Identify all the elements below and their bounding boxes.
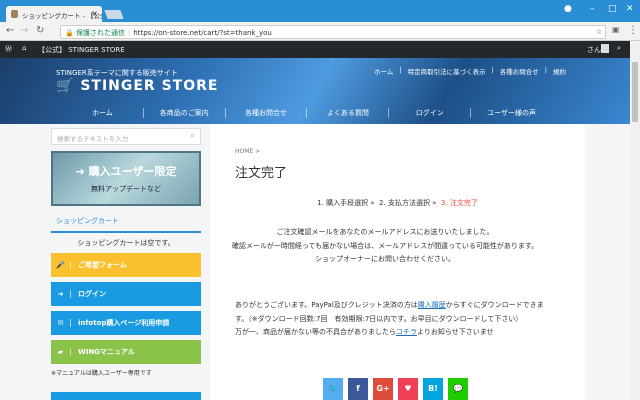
back-icon[interactable]: ← xyxy=(6,25,14,36)
line-icon[interactable]: 💬 xyxy=(448,378,468,400)
google-plus-icon[interactable]: G+ xyxy=(373,378,393,400)
step-2: 2. 支払方法選択 » xyxy=(379,199,437,207)
checkout-steps: 1. 購入手段選択 » 2. 支払方法選択 » 3. 注文完了 xyxy=(210,198,585,208)
browser-tab[interactable]: ショッピングカート - 【公式】STINGER STORE× xyxy=(6,6,102,22)
nav-products[interactable]: 各商品のご案内 xyxy=(142,108,225,118)
top-link-home[interactable]: ホーム xyxy=(374,66,393,76)
browser-tabbar: ショッピングカート - 【公式】STINGER STORE× ● – □ ✕ xyxy=(0,0,640,22)
banner-title: 購入ユーザー限定 xyxy=(88,165,177,178)
button-label: WINGマニュアル xyxy=(78,348,135,356)
extension-icon[interactable]: ▣ xyxy=(612,25,620,34)
forward-icon[interactable]: → xyxy=(20,25,28,36)
confirmation-message: ご注文確認メールをあなたのメールアドレスにお送りいたしました。確認メールが一時間… xyxy=(225,226,545,267)
step-1: 1. 購入手段選択 » xyxy=(317,199,375,207)
main-nav: ホーム 各商品のご案内 各種お問合せ よくある質問 ログイン ユーザー様の声 xyxy=(62,108,552,118)
cart-heading: ショッピングカート xyxy=(51,216,201,233)
pocket-icon[interactable]: ♥ xyxy=(398,378,418,400)
new-tab-button[interactable] xyxy=(104,10,124,19)
sign-in-icon: ➜ xyxy=(75,165,85,178)
request-form-button[interactable]: 🎤 ご希望フォーム xyxy=(51,253,201,277)
cart-logo-icon: 🛒 xyxy=(56,78,75,94)
wordpress-icon[interactable]: Ⓦ xyxy=(5,44,12,54)
site-logo[interactable]: 🛒 STINGER STORE xyxy=(56,78,218,94)
facebook-icon[interactable]: f xyxy=(348,378,368,400)
text: 万が一、商品が届かない等の不具合がありましたら xyxy=(235,328,396,336)
close-window-icon[interactable]: ✕ xyxy=(626,4,634,14)
menu-icon[interactable]: ⋮ xyxy=(628,25,638,36)
main-content: HOME > 注文完了 1. 購入手段選択 » 2. 支払方法選択 » 3. 注… xyxy=(210,124,585,400)
favicon-icon xyxy=(11,10,18,18)
nav-login[interactable]: ログイン xyxy=(388,108,470,118)
microphone-icon: 🎤 xyxy=(51,261,71,269)
url-input[interactable]: 🔒 保護された通信 | https://on-store.net/cart/?st=… xyxy=(60,25,606,39)
search-icon[interactable]: ⌕ xyxy=(190,131,195,141)
banner-subtitle: 無料アップデートなど xyxy=(91,185,161,193)
contact-link[interactable]: コチラ xyxy=(396,328,417,336)
msg-line: ショップオーナーにお問い合わせください。 xyxy=(315,255,455,263)
address-bar-row: ← → ↻ 🔒 保護された通信 | https://on-store.net/car… xyxy=(0,22,640,41)
wp-admin-bar: Ⓦ ⌂ 【公式】 STINGER STORE さん ⌕ xyxy=(0,41,630,58)
logo-text: STINGER STORE xyxy=(80,78,219,94)
top-link-terms[interactable]: 規約 xyxy=(553,66,566,76)
top-link-contact[interactable]: 各種お問合せ xyxy=(500,66,539,76)
button-label: infotop購入ページ利用申請 xyxy=(78,319,170,327)
site-tagline: STINGER系テーマに関する販売サイト xyxy=(56,69,178,77)
book-icon: ▰ xyxy=(51,348,71,356)
search-icon[interactable]: ⌕ xyxy=(617,44,621,53)
profile-icon[interactable]: ● xyxy=(564,4,572,14)
nav-home[interactable]: ホーム xyxy=(62,108,143,118)
dashboard-icon[interactable]: ⌂ xyxy=(22,44,26,52)
msg-line: 確認メールが一時間経っても届かない場合は、メールアドレスが間違っている可能性があ… xyxy=(231,241,539,250)
msg-line: ご注文確認メールをあなたのメールアドレスにお送りいたしました。 xyxy=(276,228,494,236)
top-links: ホーム | 特定商取引法に基づく表示 | 各種お問合せ | 規約 xyxy=(374,66,566,76)
site-name-link[interactable]: 【公式】 STINGER STORE xyxy=(38,45,125,55)
thank-you-text: ありがとうございます。PayPal及びクレジット決済の方は購入履歴からすぐにダウ… xyxy=(235,299,555,340)
nav-faq[interactable]: よくある質問 xyxy=(306,108,388,118)
infotop-apply-button[interactable]: ✉ infotop購入ページ利用申請 xyxy=(51,311,201,335)
avatar[interactable] xyxy=(601,44,609,53)
top-link-tokushoho[interactable]: 特定商取引法に基づく表示 xyxy=(408,66,486,76)
button-label: ログイン xyxy=(78,290,106,298)
minimize-icon[interactable]: – xyxy=(590,4,595,14)
star-icon[interactable]: ☆ xyxy=(596,28,602,36)
wing-manual-button[interactable]: ▰ WINGマニュアル xyxy=(51,340,201,364)
cart-empty-text: ショッピングカートは空です。 xyxy=(77,239,175,247)
page-title: 注文完了 xyxy=(235,166,288,181)
search-input[interactable]: 検索するテキストを入力 ⌕ xyxy=(51,128,201,145)
button-label: ご希望フォーム xyxy=(78,261,127,269)
purchase-history-link[interactable]: 購入履歴 xyxy=(418,301,446,309)
step-3-current: 3. 注文完了 xyxy=(440,199,478,207)
scrollbar-thumb[interactable] xyxy=(632,62,638,122)
tab-title: ショッピングカート - 【公式】STINGER STORE xyxy=(22,12,102,20)
sidebar: 検索するテキストを入力 ⌕ ➜ 購入ユーザー限定無料アップデートなど ショッピング… xyxy=(51,128,201,377)
breadcrumb[interactable]: HOME > xyxy=(235,148,260,155)
lock-icon: 🔒 xyxy=(65,29,74,37)
nav-testimonials[interactable]: ユーザー様の声 xyxy=(470,108,552,118)
close-tab-icon[interactable]: × xyxy=(91,9,98,18)
reload-icon[interactable]: ↻ xyxy=(36,25,44,36)
secure-label: 保護された通信 xyxy=(75,29,125,37)
login-button[interactable]: ➜ ログイン xyxy=(51,282,201,306)
site-header: STINGER系テーマに関する販売サイト 🛒 STINGER STORE ホーム… xyxy=(0,58,630,124)
user-menu[interactable]: さん xyxy=(587,45,601,55)
url-text: https://on-store.net/cart/?st=thank_you xyxy=(133,29,272,37)
purchase-user-banner[interactable]: ➜ 購入ユーザー限定無料アップデートなど xyxy=(51,151,201,206)
text: ありがとうございます。PayPal及びクレジット決済の方は xyxy=(235,301,418,309)
twitter-icon[interactable]: 🐦 xyxy=(323,378,343,400)
sidebar-blue-bar xyxy=(51,392,201,400)
manual-note: ※マニュアルは購入ユーザー専用です xyxy=(51,370,152,377)
text: よりお知らせ下さいませ xyxy=(417,328,494,336)
envelope-icon: ✉ xyxy=(51,319,71,327)
sign-in-icon: ➜ xyxy=(51,290,71,298)
maximize-icon[interactable]: □ xyxy=(608,4,617,14)
nav-contact[interactable]: 各種お問合せ xyxy=(224,108,307,118)
hatena-icon[interactable]: B! xyxy=(423,378,443,400)
search-placeholder: 検索するテキストを入力 xyxy=(57,135,129,143)
